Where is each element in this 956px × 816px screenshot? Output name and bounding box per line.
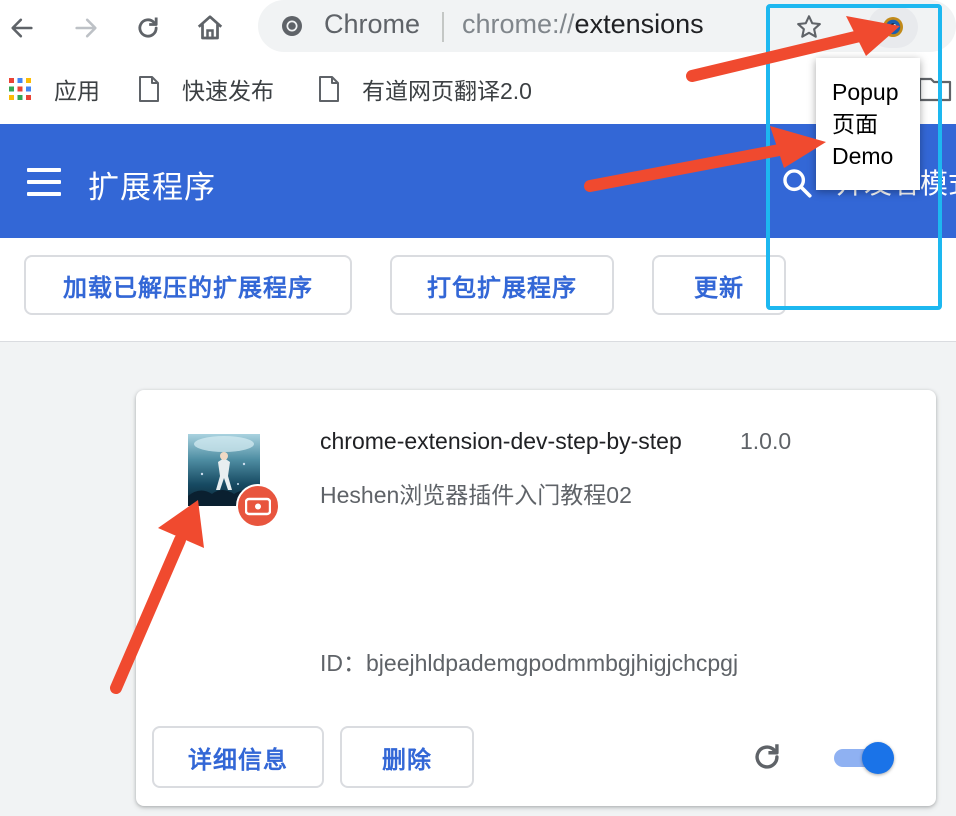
annotation-arrow-toolbar (686, 16, 900, 82)
annotation-arrow-popup (584, 126, 826, 192)
annotation-arrow-image (110, 500, 204, 694)
annotation-arrows (110, 16, 900, 694)
